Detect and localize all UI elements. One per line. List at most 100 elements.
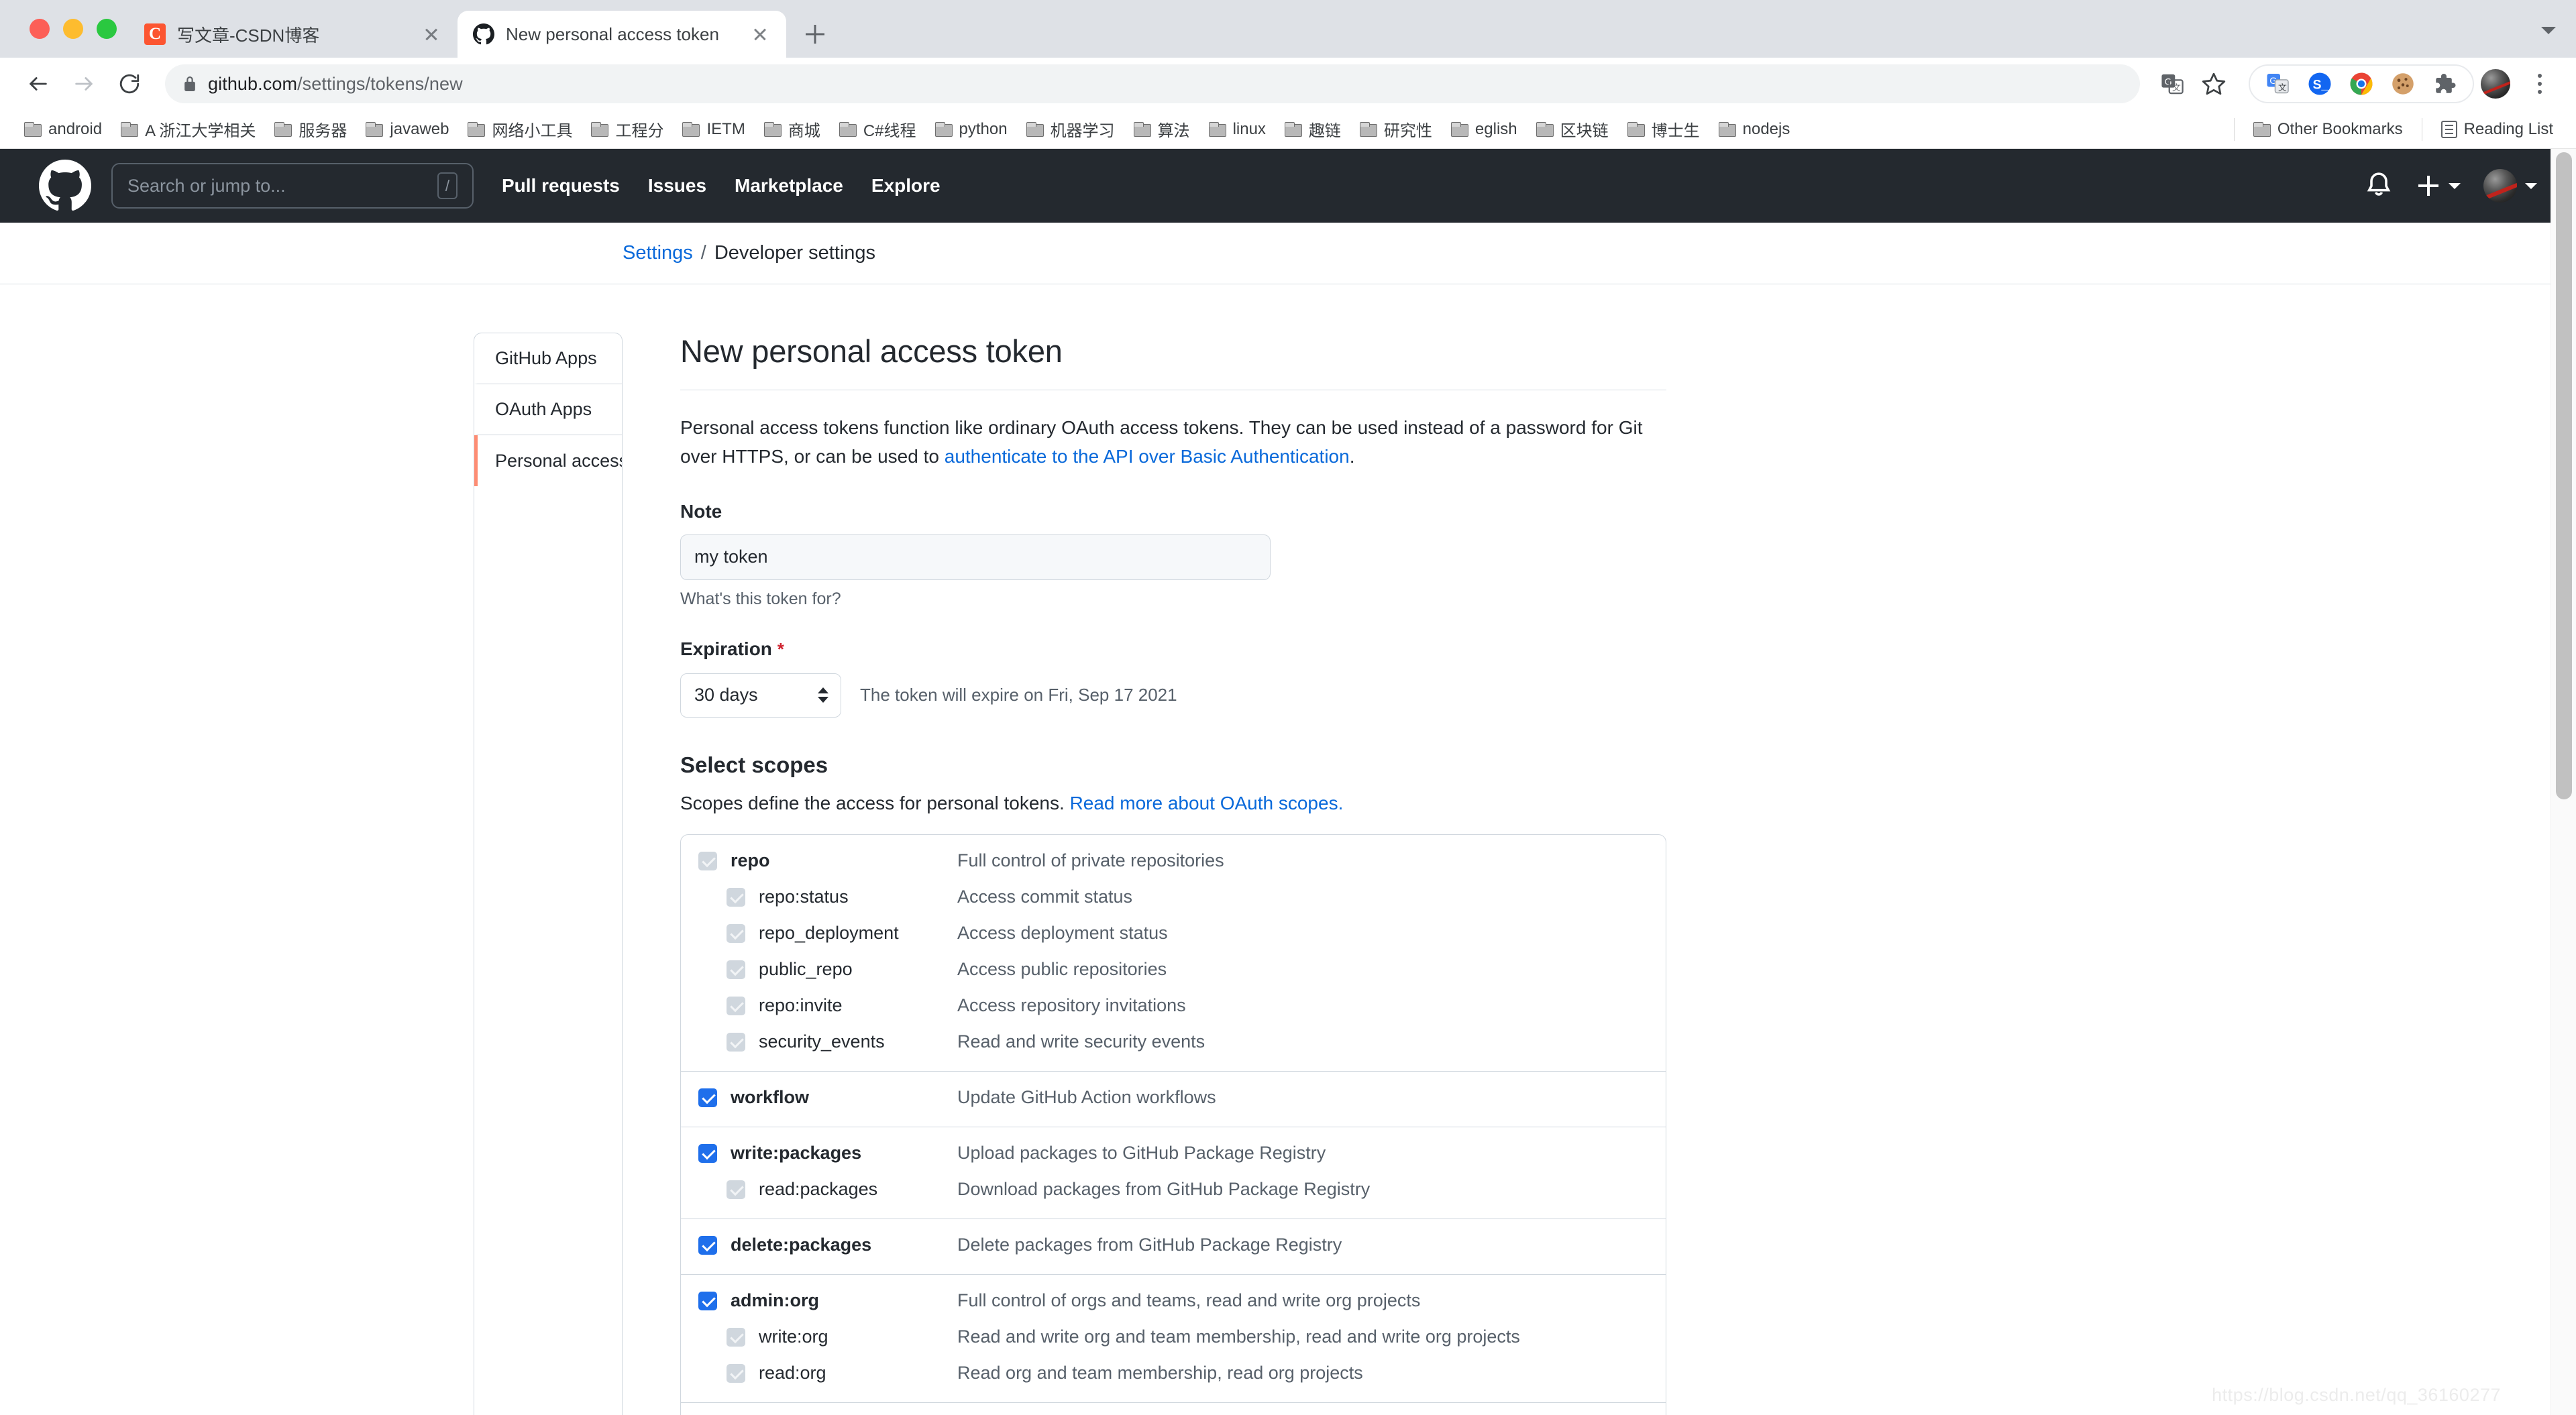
bookmark-item[interactable]: android: [15, 114, 111, 145]
bookmark-item[interactable]: 商城: [755, 114, 830, 145]
github-mark-icon[interactable]: [39, 160, 91, 212]
nav-marketplace[interactable]: Marketplace: [735, 175, 843, 196]
scope-row[interactable]: read:org Read org and team membership, r…: [681, 1355, 1666, 1392]
bookmark-label: 机器学习: [1050, 122, 1115, 140]
bookmark-item[interactable]: 服务器: [265, 114, 356, 145]
search-input[interactable]: Search or jump to... /: [111, 163, 474, 209]
scope-row[interactable]: delete:packages Delete packages from Git…: [681, 1227, 1666, 1263]
scope-row[interactable]: workflow Update GitHub Action workflows: [681, 1080, 1666, 1116]
other-bookmarks-button[interactable]: Other Bookmarks: [2244, 114, 2412, 145]
browser-tab-github[interactable]: New personal access token: [458, 11, 786, 58]
profile-avatar[interactable]: [2481, 69, 2510, 99]
bookmark-item[interactable]: 工程分: [582, 114, 673, 145]
user-menu[interactable]: [2483, 169, 2537, 203]
scope-row[interactable]: write:org Read and write org and team me…: [681, 1319, 1666, 1355]
nav-explore[interactable]: Explore: [871, 175, 941, 196]
bookmark-item[interactable]: python: [926, 114, 1017, 145]
bookmark-item[interactable]: 区块链: [1527, 114, 1618, 145]
bookmark-item[interactable]: 趣链: [1275, 114, 1350, 145]
s-extension-icon[interactable]: S_: [2306, 70, 2333, 97]
scope-row[interactable]: admin:public_key Full control of user pu…: [681, 1411, 1666, 1415]
checkbox-repo-status[interactable]: [727, 887, 745, 907]
page-scrollbar[interactable]: [2551, 149, 2576, 1415]
url-path: /settings/tokens/new: [297, 73, 463, 94]
scope-name: delete:packages: [731, 1235, 872, 1255]
scope-row[interactable]: security_events Read and write security …: [681, 1024, 1666, 1060]
sidebar-item-personal-access-tokens[interactable]: Personal access tokens: [474, 435, 622, 486]
sidebar-item-oauth-apps[interactable]: OAuth Apps: [474, 384, 622, 435]
bookmark-label: javaweb: [390, 119, 449, 138]
kebab-menu-icon[interactable]: [2525, 66, 2555, 101]
checkbox-security-events[interactable]: [727, 1032, 745, 1052]
checkbox-workflow[interactable]: [698, 1088, 717, 1107]
checkbox-public-repo[interactable]: [727, 960, 745, 979]
basic-auth-link[interactable]: authenticate to the API over Basic Authe…: [945, 446, 1350, 467]
bookmark-label: IETM: [706, 119, 745, 138]
reading-list-button[interactable]: Reading List: [2432, 114, 2563, 145]
scope-row[interactable]: repo Full control of private repositorie…: [681, 843, 1666, 879]
bookmarks-bar: android A 浙江大学相关 服务器 javaweb 网络小工具 工程分 I…: [0, 110, 2576, 149]
bookmark-item[interactable]: 算法: [1124, 114, 1199, 145]
scope-row[interactable]: read:packages Download packages from Git…: [681, 1172, 1666, 1208]
new-tab-button[interactable]: [796, 15, 835, 54]
create-new-menu[interactable]: [2416, 174, 2461, 198]
back-button[interactable]: [17, 63, 59, 105]
scope-row[interactable]: public_repo Access public repositories: [681, 952, 1666, 988]
checkbox-repo-invite[interactable]: [727, 996, 745, 1015]
folder-icon: [1627, 121, 1645, 137]
bookmark-item[interactable]: nodejs: [1709, 114, 1800, 145]
checkbox-repo[interactable]: [698, 851, 717, 870]
nav-issues[interactable]: Issues: [648, 175, 706, 196]
bookmark-item[interactable]: javaweb: [356, 114, 458, 145]
scope-row[interactable]: admin:org Full control of orgs and teams…: [681, 1283, 1666, 1319]
checkbox-admin-org[interactable]: [698, 1291, 717, 1310]
browser-tab-csdn[interactable]: C 写文章-CSDN博客: [129, 11, 458, 58]
bookmark-item[interactable]: C#线程: [830, 114, 926, 145]
star-icon[interactable]: [2196, 66, 2231, 101]
scope-row[interactable]: write:packages Upload packages to GitHub…: [681, 1135, 1666, 1172]
maximize-window-button[interactable]: [97, 19, 117, 39]
puzzle-extensions-icon[interactable]: [2431, 70, 2458, 97]
checkbox-repo-deployment[interactable]: [727, 923, 745, 943]
bookmark-item[interactable]: 机器学习: [1017, 114, 1124, 145]
checkbox-write-packages[interactable]: [698, 1143, 717, 1163]
close-icon[interactable]: [420, 23, 443, 46]
bell-icon[interactable]: [2364, 170, 2394, 202]
cookie-icon[interactable]: [2390, 70, 2416, 97]
sidebar-item-github-apps[interactable]: GitHub Apps: [474, 333, 622, 384]
bookmark-item[interactable]: eglish: [1442, 114, 1527, 145]
bookmark-item[interactable]: 博士生: [1618, 114, 1709, 145]
checkbox-delete-packages[interactable]: [698, 1235, 717, 1255]
expiration-select[interactable]: 30 days: [680, 673, 841, 718]
scope-group-repo: repo Full control of private repositorie…: [681, 835, 1666, 1072]
oauth-scopes-link[interactable]: Read more about OAuth scopes.: [1070, 793, 1344, 813]
reload-button[interactable]: [109, 63, 150, 105]
breadcrumb-separator: /: [700, 242, 706, 264]
close-icon[interactable]: [749, 23, 771, 46]
bookmark-item[interactable]: IETM: [673, 114, 754, 145]
scrollbar-thumb[interactable]: [2556, 152, 2572, 799]
scope-row[interactable]: repo:invite Access repository invitation…: [681, 988, 1666, 1024]
breadcrumb-settings-link[interactable]: Settings: [623, 242, 693, 264]
nav-pull-requests[interactable]: Pull requests: [502, 175, 620, 196]
chrome-icon[interactable]: [2348, 70, 2375, 97]
google-translate-icon[interactable]: G文: [2265, 70, 2292, 97]
forward-button[interactable]: [63, 63, 105, 105]
folder-icon: [274, 121, 292, 137]
bookmark-item[interactable]: linux: [1199, 114, 1275, 145]
checkbox-read-packages[interactable]: [727, 1180, 745, 1199]
minimize-window-button[interactable]: [63, 19, 83, 39]
close-window-button[interactable]: [30, 19, 50, 39]
scope-row[interactable]: repo_deployment Access deployment status: [681, 915, 1666, 952]
tab-list-chevron-icon[interactable]: [2537, 19, 2560, 42]
note-input[interactable]: my token: [680, 534, 1271, 580]
checkbox-write-org[interactable]: [727, 1327, 745, 1347]
translate-icon[interactable]: G文: [2155, 66, 2190, 101]
extensions-pill: G文 S_: [2249, 64, 2474, 103]
bookmark-item[interactable]: A 浙江大学相关: [111, 114, 265, 145]
address-bar[interactable]: github.com/settings/tokens/new: [165, 64, 2140, 103]
scope-row[interactable]: repo:status Access commit status: [681, 879, 1666, 915]
checkbox-read-org[interactable]: [727, 1363, 745, 1383]
bookmark-item[interactable]: 研究性: [1350, 114, 1442, 145]
bookmark-item[interactable]: 网络小工具: [458, 114, 582, 145]
